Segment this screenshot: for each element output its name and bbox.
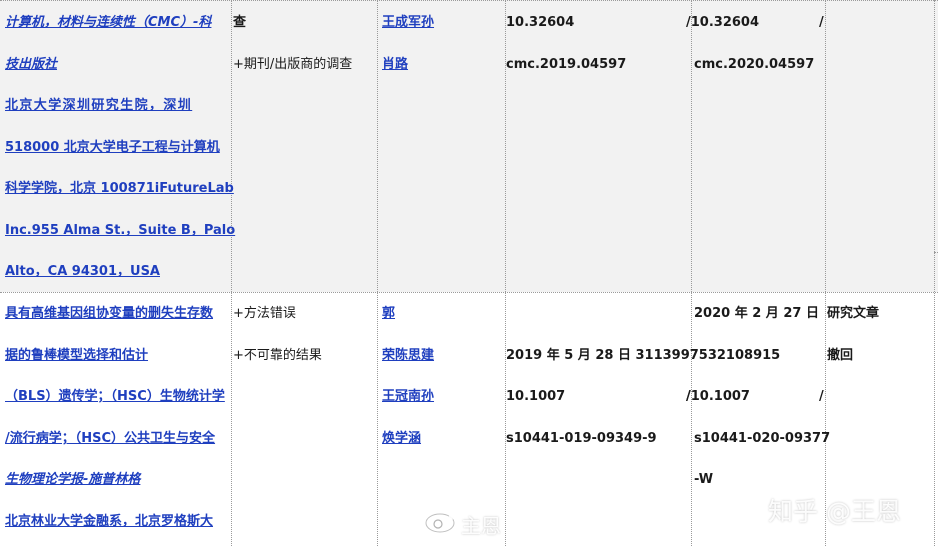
reason-text: 查 xyxy=(233,15,247,30)
author-link[interactable]: 焕学涵 xyxy=(382,430,421,448)
journal-name[interactable]: 生物理论学报-施普林格 xyxy=(5,471,140,489)
column-divider xyxy=(231,0,232,546)
column-divider xyxy=(825,0,826,546)
affiliation-line[interactable]: 科学学院，北京 100871iFutureLab xyxy=(5,180,234,198)
weibo-icon xyxy=(424,508,464,536)
reason-text: +期刊/出版商的调查 xyxy=(233,57,353,72)
paper-title[interactable]: 具有高维基因组协变量的删失生存数 xyxy=(5,305,213,323)
affiliation-line[interactable]: 518000 北京大学电子工程与计算机 xyxy=(5,139,220,157)
journal-name[interactable]: 计算机，材料与连续性（CMC）-科 xyxy=(5,14,211,32)
column-divider xyxy=(691,0,692,546)
journal-name[interactable]: 技出版社 xyxy=(5,56,57,74)
column-divider xyxy=(505,0,506,546)
retraction-doi: /10.32604 xyxy=(686,15,760,30)
weibo-watermark: 主恩 xyxy=(461,514,501,538)
doi-separator: / xyxy=(819,389,824,404)
column-divider xyxy=(377,0,378,546)
affiliation-line[interactable]: Alto，CA 94301，USA xyxy=(5,263,160,281)
author-link[interactable]: 肖路 xyxy=(382,56,408,74)
subject-line[interactable]: （BLS）遗传学；（HSC）生物统计学 xyxy=(5,388,225,406)
paper-title[interactable]: 据的鲁棒模型选择和估计 xyxy=(5,347,148,365)
doi-text: cmc.2019.04597 xyxy=(506,57,627,72)
retraction-date: 2020 年 2 月 27 日 xyxy=(694,306,819,321)
author-link[interactable]: 郭 xyxy=(382,305,395,323)
subject-line[interactable]: /流行病学；（HSC）公共卫生与安全 xyxy=(5,430,215,448)
doi-text: s10441-019-09349-9 xyxy=(506,431,657,446)
row-divider xyxy=(0,0,938,1)
retraction-doi: -W xyxy=(694,472,714,487)
reason-text: +方法错误 xyxy=(233,306,296,321)
doi-separator: / xyxy=(819,15,824,30)
zhihu-watermark: 知乎 @王恩 xyxy=(768,497,901,526)
retraction-doi: /10.1007 xyxy=(686,389,750,404)
publish-date: 2019 年 5 月 28 日 3113997532108915 xyxy=(506,348,781,363)
retraction-doi: cmc.2020.04597 xyxy=(694,57,815,72)
column-divider xyxy=(934,0,935,546)
retraction-doi: s10441-020-09377 xyxy=(694,431,831,446)
retraction-status: 撤回 xyxy=(827,348,854,363)
reason-text: +不可靠的结果 xyxy=(233,348,322,363)
author-link[interactable]: 荣陈思建 xyxy=(382,347,434,365)
article-type: 研究文章 xyxy=(827,306,880,321)
row-divider xyxy=(0,292,938,293)
affiliation-line[interactable]: 北京林业大学金融系，北京罗格斯大 xyxy=(5,513,213,531)
author-link[interactable]: 王冠南孙 xyxy=(382,388,434,406)
author-link[interactable]: 王成军孙 xyxy=(382,14,434,32)
doi-text: 10.1007 xyxy=(506,389,566,404)
doi-text: 10.32604 xyxy=(506,15,575,30)
affiliation-line[interactable]: Inc.955 Alma St.，Suite B，Palo xyxy=(5,222,235,240)
affiliation-line[interactable]: 北京大学深圳研究生院，深圳 xyxy=(5,97,192,115)
